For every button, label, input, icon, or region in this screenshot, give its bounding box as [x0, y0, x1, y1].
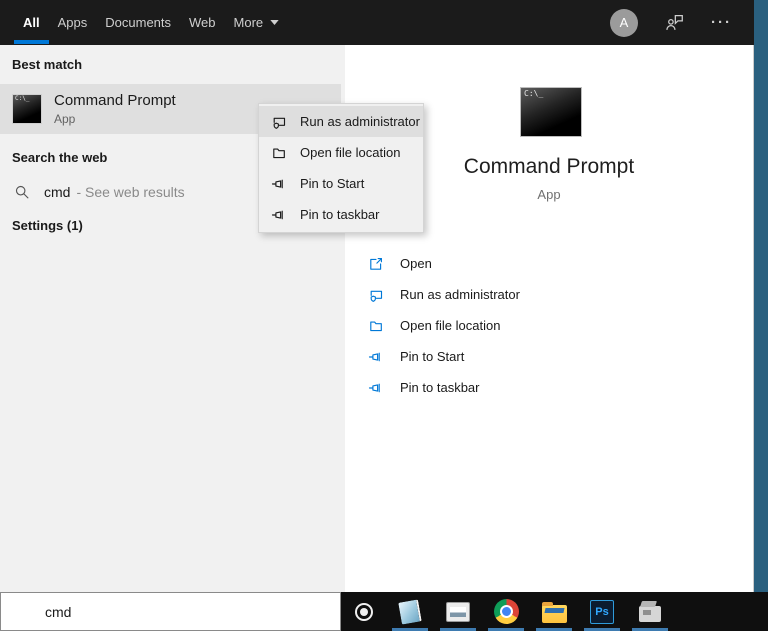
action-label: Open file location	[400, 318, 500, 333]
more-options-icon[interactable]: ···	[711, 14, 732, 31]
search-icon	[14, 603, 31, 620]
chevron-down-icon	[270, 20, 279, 25]
menu-item-label: Open file location	[300, 145, 400, 160]
settings-header: Settings (1)	[12, 218, 83, 233]
taskbar-cortana-button[interactable]	[341, 592, 386, 631]
action-open-file-location[interactable]: Open file location	[368, 310, 520, 341]
web-suffix: - See web results	[76, 184, 184, 200]
photo-viewer-icon	[446, 602, 470, 622]
context-menu: Run as administrator Open file location …	[258, 103, 424, 233]
tab-apps-label: Apps	[58, 15, 88, 30]
action-label: Pin to Start	[400, 349, 464, 364]
tab-more-label: More	[234, 15, 264, 30]
photoshop-icon: Ps	[590, 600, 614, 624]
open-file-location-icon	[271, 145, 287, 161]
tab-documents-label: Documents	[105, 15, 171, 30]
taskbar-search-box[interactable]	[0, 592, 341, 631]
action-pin-to-start[interactable]: Pin to Start	[368, 341, 520, 372]
notes-app-icon	[398, 599, 422, 624]
best-match-title: Command Prompt	[54, 92, 176, 109]
cortana-icon	[355, 603, 373, 621]
menu-item-pin-to-taskbar[interactable]: Pin to taskbar	[259, 199, 423, 230]
action-label: Run as administrator	[400, 287, 520, 302]
open-file-location-icon	[368, 318, 384, 334]
best-match-header: Best match	[12, 57, 82, 72]
pin-icon	[271, 176, 287, 192]
run-as-admin-icon	[368, 287, 384, 303]
menu-item-open-file-location[interactable]: Open file location	[259, 137, 423, 168]
taskbar-photos-app-button[interactable]	[434, 592, 482, 631]
search-icon	[14, 184, 30, 200]
utility-app-icon	[639, 606, 661, 622]
search-filter-bar: All Apps Documents Web More A ···	[0, 0, 754, 45]
avatar[interactable]: A	[610, 9, 638, 37]
tab-all[interactable]: All	[14, 0, 49, 45]
windows-search-screen: All Apps Documents Web More A ··· Best m…	[0, 0, 768, 631]
action-pin-to-taskbar[interactable]: Pin to taskbar	[368, 372, 520, 403]
taskbar-utility-app-button[interactable]	[626, 592, 674, 631]
command-prompt-icon: C:\_	[12, 94, 42, 124]
feedback-icon[interactable]	[664, 12, 685, 33]
avatar-letter: A	[620, 15, 629, 30]
taskbar: Ps	[0, 592, 768, 631]
tab-more[interactable]: More	[225, 0, 289, 45]
menu-item-label: Pin to Start	[300, 176, 364, 191]
web-query: cmd	[44, 184, 70, 200]
taskbar-photoshop-button[interactable]: Ps	[578, 592, 626, 631]
best-match-text: Command Prompt App	[54, 92, 176, 126]
pin-icon	[368, 349, 384, 365]
taskbar-search-input[interactable]	[45, 604, 295, 620]
tab-all-label: All	[23, 15, 40, 30]
menu-item-label: Run as administrator	[300, 114, 420, 129]
taskbar-chrome-button[interactable]	[482, 592, 530, 631]
file-explorer-icon	[542, 605, 567, 623]
tab-web[interactable]: Web	[180, 0, 225, 45]
tab-web-label: Web	[189, 15, 216, 30]
menu-item-pin-to-start[interactable]: Pin to Start	[259, 168, 423, 199]
filter-tabs: All Apps Documents Web More	[0, 0, 288, 45]
desktop-background-strip	[754, 0, 768, 592]
action-open[interactable]: Open	[368, 248, 520, 279]
tab-documents[interactable]: Documents	[96, 0, 180, 45]
taskbar-notes-app-button[interactable]	[386, 592, 434, 631]
pin-icon	[271, 207, 287, 223]
menu-item-run-as-administrator[interactable]: Run as administrator	[259, 106, 423, 137]
open-icon	[368, 256, 384, 272]
photoshop-label: Ps	[595, 606, 608, 618]
tab-apps[interactable]: Apps	[49, 0, 97, 45]
action-run-as-administrator[interactable]: Run as administrator	[368, 279, 520, 310]
action-label: Pin to taskbar	[400, 380, 480, 395]
cmd-prompt-glyph: C:\_	[15, 96, 29, 102]
search-web-header: Search the web	[12, 150, 107, 165]
action-label: Open	[400, 256, 432, 271]
topbar-actions: A ···	[610, 9, 754, 37]
run-as-admin-icon	[271, 114, 287, 130]
pin-icon	[368, 380, 384, 396]
cmd-prompt-glyph: C:\_	[524, 90, 543, 98]
menu-item-label: Pin to taskbar	[300, 207, 380, 222]
action-list: Open Run as administrator Open file loca…	[368, 248, 520, 403]
best-match-subtitle: App	[54, 112, 176, 126]
taskbar-file-explorer-button[interactable]	[530, 592, 578, 631]
chrome-icon	[494, 599, 519, 624]
command-prompt-icon-large: C:\_	[520, 87, 582, 137]
